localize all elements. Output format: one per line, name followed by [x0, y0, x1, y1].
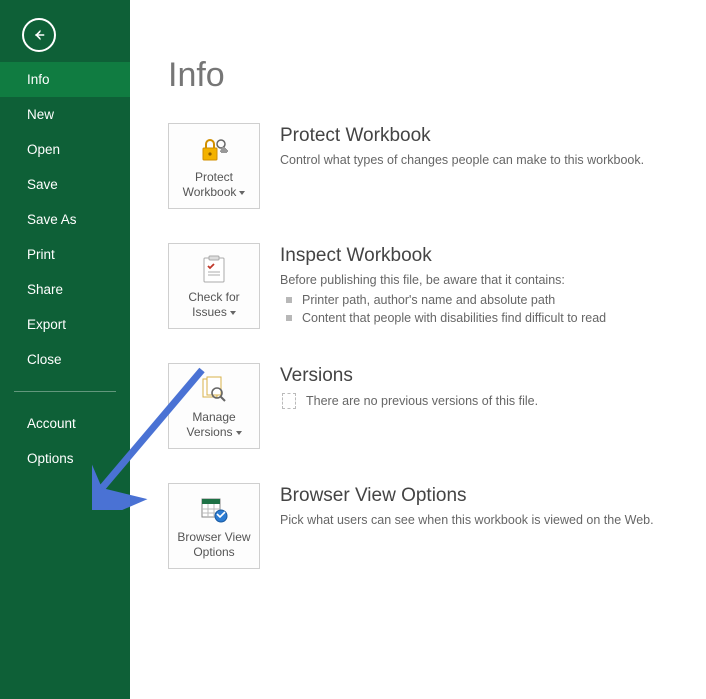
sidebar-item-options[interactable]: Options [0, 441, 130, 476]
inspect-tile-label: Check for Issues [173, 290, 255, 320]
document-icon [282, 393, 296, 409]
check-for-issues-button[interactable]: Check for Issues [168, 243, 260, 329]
chevron-down-icon [227, 305, 236, 319]
versions-row: There are no previous versions of this f… [280, 393, 538, 409]
browser-tile-label: Browser View Options [173, 530, 255, 560]
protect-heading: Protect Workbook [280, 125, 644, 147]
sidebar-item-save[interactable]: Save [0, 167, 130, 202]
inspect-heading: Inspect Workbook [280, 245, 606, 267]
section-inspect: Check for Issues Inspect Workbook Before… [168, 243, 706, 329]
protect-tile-label: Protect Workbook [173, 170, 255, 200]
versions-tile-label: Manage Versions [173, 410, 255, 440]
section-versions: Manage Versions Versions There are no pr… [168, 363, 706, 449]
lock-key-icon [173, 134, 255, 166]
section-browser: Browser View Options Browser View Option… [168, 483, 706, 569]
versions-desc: There are no previous versions of this f… [306, 394, 538, 408]
browser-desc: Pick what users can see when this workbo… [280, 513, 654, 527]
sidebar-item-info[interactable]: Info [0, 62, 130, 97]
sidebar-item-print[interactable]: Print [0, 237, 130, 272]
browser-view-options-button[interactable]: Browser View Options [168, 483, 260, 569]
document-search-icon [173, 374, 255, 406]
sidebar-item-new[interactable]: New [0, 97, 130, 132]
back-button[interactable] [22, 18, 56, 52]
inspect-bullet-1: Printer path, author's name and absolute… [280, 291, 606, 309]
inspect-bullet-2: Content that people with disabilities fi… [280, 309, 606, 327]
inspect-bullets: Printer path, author's name and absolute… [280, 291, 606, 327]
checklist-icon [173, 254, 255, 286]
chevron-down-icon [233, 425, 242, 439]
sidebar-item-export[interactable]: Export [0, 307, 130, 342]
sidebar-item-close[interactable]: Close [0, 342, 130, 377]
sidebar-item-save-as[interactable]: Save As [0, 202, 130, 237]
section-protect: Protect Workbook Protect Workbook Contro… [168, 123, 706, 209]
sidebar-separator [14, 391, 116, 392]
sidebar-item-share[interactable]: Share [0, 272, 130, 307]
chevron-down-icon [236, 185, 245, 199]
page-title: Info [168, 56, 706, 95]
inspect-desc: Before publishing this file, be aware th… [280, 273, 606, 287]
protect-desc: Control what types of changes people can… [280, 153, 644, 167]
excel-globe-icon [173, 494, 255, 526]
content-area: Info Protect Workbook Protect Workbook C… [130, 0, 706, 699]
back-arrow-icon [30, 26, 48, 44]
sidebar-item-account[interactable]: Account [0, 406, 130, 441]
sidebar-item-open[interactable]: Open [0, 132, 130, 167]
versions-heading: Versions [280, 365, 538, 387]
backstage-sidebar: Info New Open Save Save As Print Share E… [0, 0, 130, 699]
manage-versions-button[interactable]: Manage Versions [168, 363, 260, 449]
sidebar-menu: Info New Open Save Save As Print Share E… [0, 62, 130, 476]
protect-workbook-button[interactable]: Protect Workbook [168, 123, 260, 209]
browser-heading: Browser View Options [280, 485, 654, 507]
